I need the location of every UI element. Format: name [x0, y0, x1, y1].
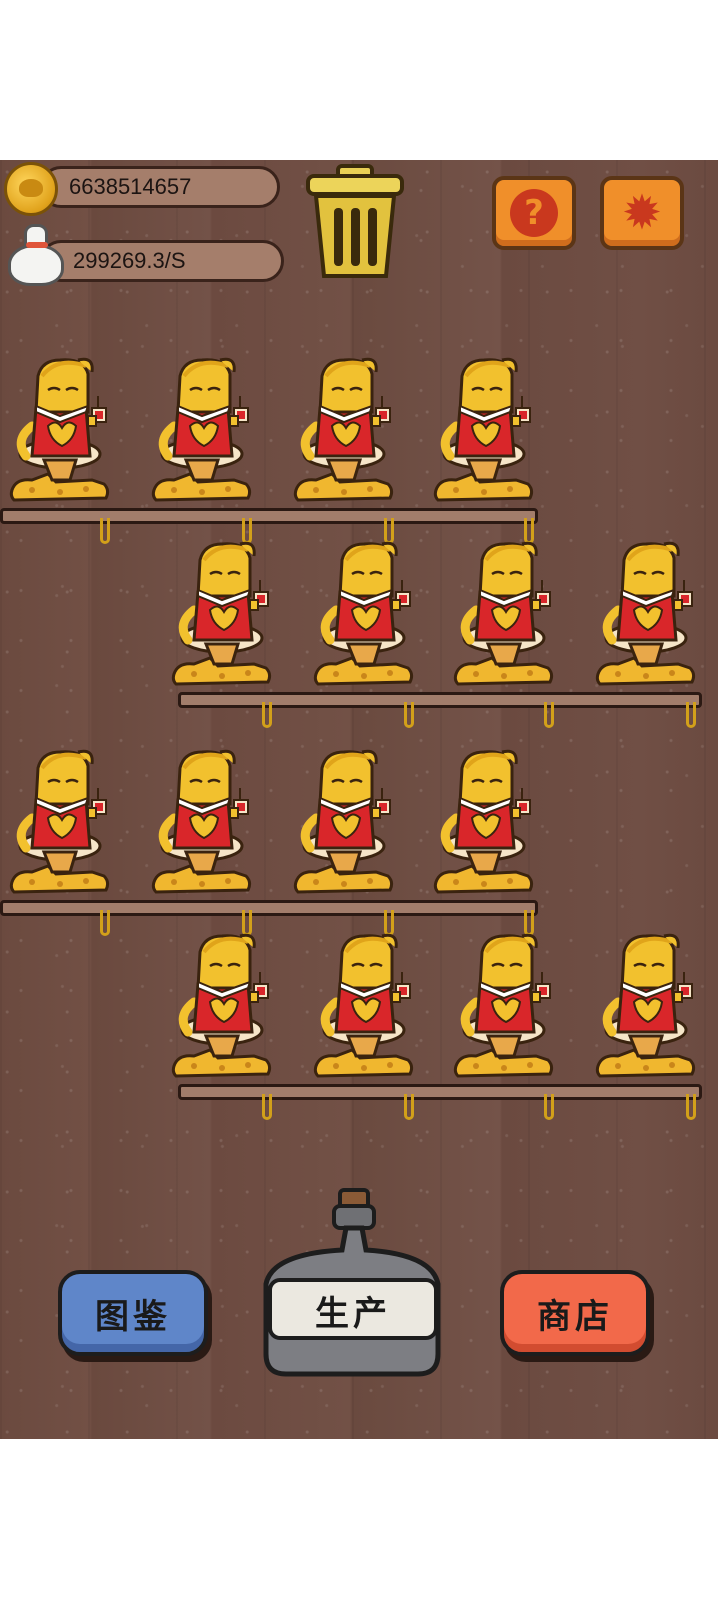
cat-figure[interactable] — [150, 748, 254, 898]
shelf-hook — [404, 702, 414, 728]
cat-figure[interactable] — [432, 356, 536, 506]
shelf-hook — [100, 518, 110, 544]
shelf-hook — [262, 1094, 272, 1120]
coin-icon — [4, 162, 58, 216]
income-rate-value: 299269.3/S — [73, 248, 186, 273]
shelf-hook — [544, 702, 554, 728]
cat-figure[interactable] — [452, 540, 556, 690]
money-bag-icon — [4, 222, 66, 288]
shelf-hook — [686, 702, 696, 728]
help-button[interactable]: ? — [492, 176, 576, 250]
shelf — [178, 692, 702, 708]
shelf — [178, 1084, 702, 1100]
cat-figure[interactable] — [594, 932, 698, 1082]
settings-button[interactable]: ✹ — [600, 176, 684, 250]
cat-figure[interactable] — [8, 356, 112, 506]
cat-figure[interactable] — [292, 748, 396, 898]
shelf-hook — [262, 702, 272, 728]
cat-figure[interactable] — [292, 356, 396, 506]
cat-figure[interactable] — [312, 540, 416, 690]
shop-button-label: 商店 — [537, 1296, 613, 1337]
cat-figure[interactable] — [170, 540, 274, 690]
question-mark-icon: ? — [510, 189, 558, 237]
cat-figure[interactable] — [452, 932, 556, 1082]
shelf-hook — [686, 1094, 696, 1120]
game-board: 6638514657 299269.3/S ? ✹ 图鉴 生产 商店 — [0, 160, 718, 1439]
cat-figure[interactable] — [312, 932, 416, 1082]
coin-value: 6638514657 — [69, 174, 192, 199]
coin-counter: 6638514657 — [40, 166, 280, 208]
collection-button-label: 图鉴 — [95, 1296, 171, 1337]
trash-can-icon[interactable] — [304, 162, 406, 280]
cat-figure[interactable] — [8, 748, 112, 898]
shop-button[interactable]: 商店 — [500, 1270, 650, 1356]
produce-button-label: 生产 — [315, 1293, 391, 1334]
cat-figure[interactable] — [594, 540, 698, 690]
shelf-hook — [544, 1094, 554, 1120]
collection-button[interactable]: 图鉴 — [58, 1270, 208, 1356]
cat-figure[interactable] — [170, 932, 274, 1082]
cat-figure[interactable] — [432, 748, 536, 898]
income-rate-counter: 299269.3/S — [40, 240, 284, 282]
produce-button-label-box: 生产 — [272, 1286, 434, 1334]
shelf-hook — [404, 1094, 414, 1120]
cat-figure[interactable] — [150, 356, 254, 506]
shelf — [0, 508, 538, 524]
gear-icon: ✹ — [621, 185, 663, 241]
shelf-hook — [100, 910, 110, 936]
produce-bottle-button[interactable] — [262, 1188, 442, 1378]
shelf — [0, 900, 538, 916]
